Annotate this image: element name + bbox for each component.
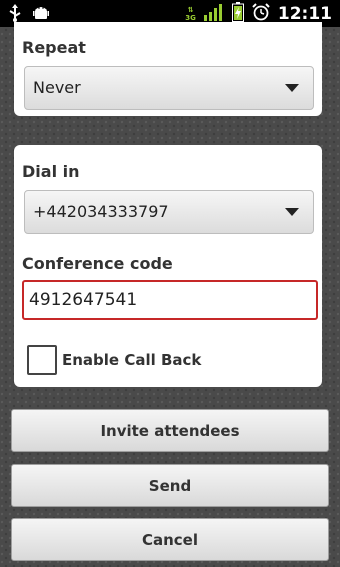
dial-in-label: Dial in — [22, 162, 80, 181]
invite-attendees-button[interactable]: Invite attendees — [11, 409, 329, 452]
dial-in-selected-value: +442034333797 — [33, 202, 169, 221]
cancel-button[interactable]: Cancel — [11, 518, 329, 561]
repeat-selected-value: Never — [33, 78, 81, 97]
dial-in-section: Dial in +442034333797 Conference code En… — [14, 145, 322, 387]
repeat-label: Repeat — [22, 38, 86, 57]
enable-call-back-checkbox[interactable] — [27, 345, 57, 375]
network-type-label: 3G — [185, 14, 196, 22]
data-arrows-icon: ⇅ 3G — [185, 6, 196, 22]
dropdown-arrow-icon — [285, 208, 299, 216]
enable-call-back-label[interactable]: Enable Call Back — [62, 351, 201, 369]
send-button[interactable]: Send — [11, 464, 329, 507]
dropdown-arrow-icon — [285, 84, 299, 92]
repeat-dropdown[interactable]: Never — [24, 66, 314, 110]
conference-code-input[interactable] — [24, 282, 316, 318]
repeat-section: Repeat Never — [14, 22, 322, 116]
conference-code-label: Conference code — [22, 254, 173, 273]
dial-in-dropdown[interactable]: +442034333797 — [24, 190, 314, 234]
clock-time: 12:11 — [277, 4, 332, 24]
conference-code-field-frame — [22, 280, 318, 320]
